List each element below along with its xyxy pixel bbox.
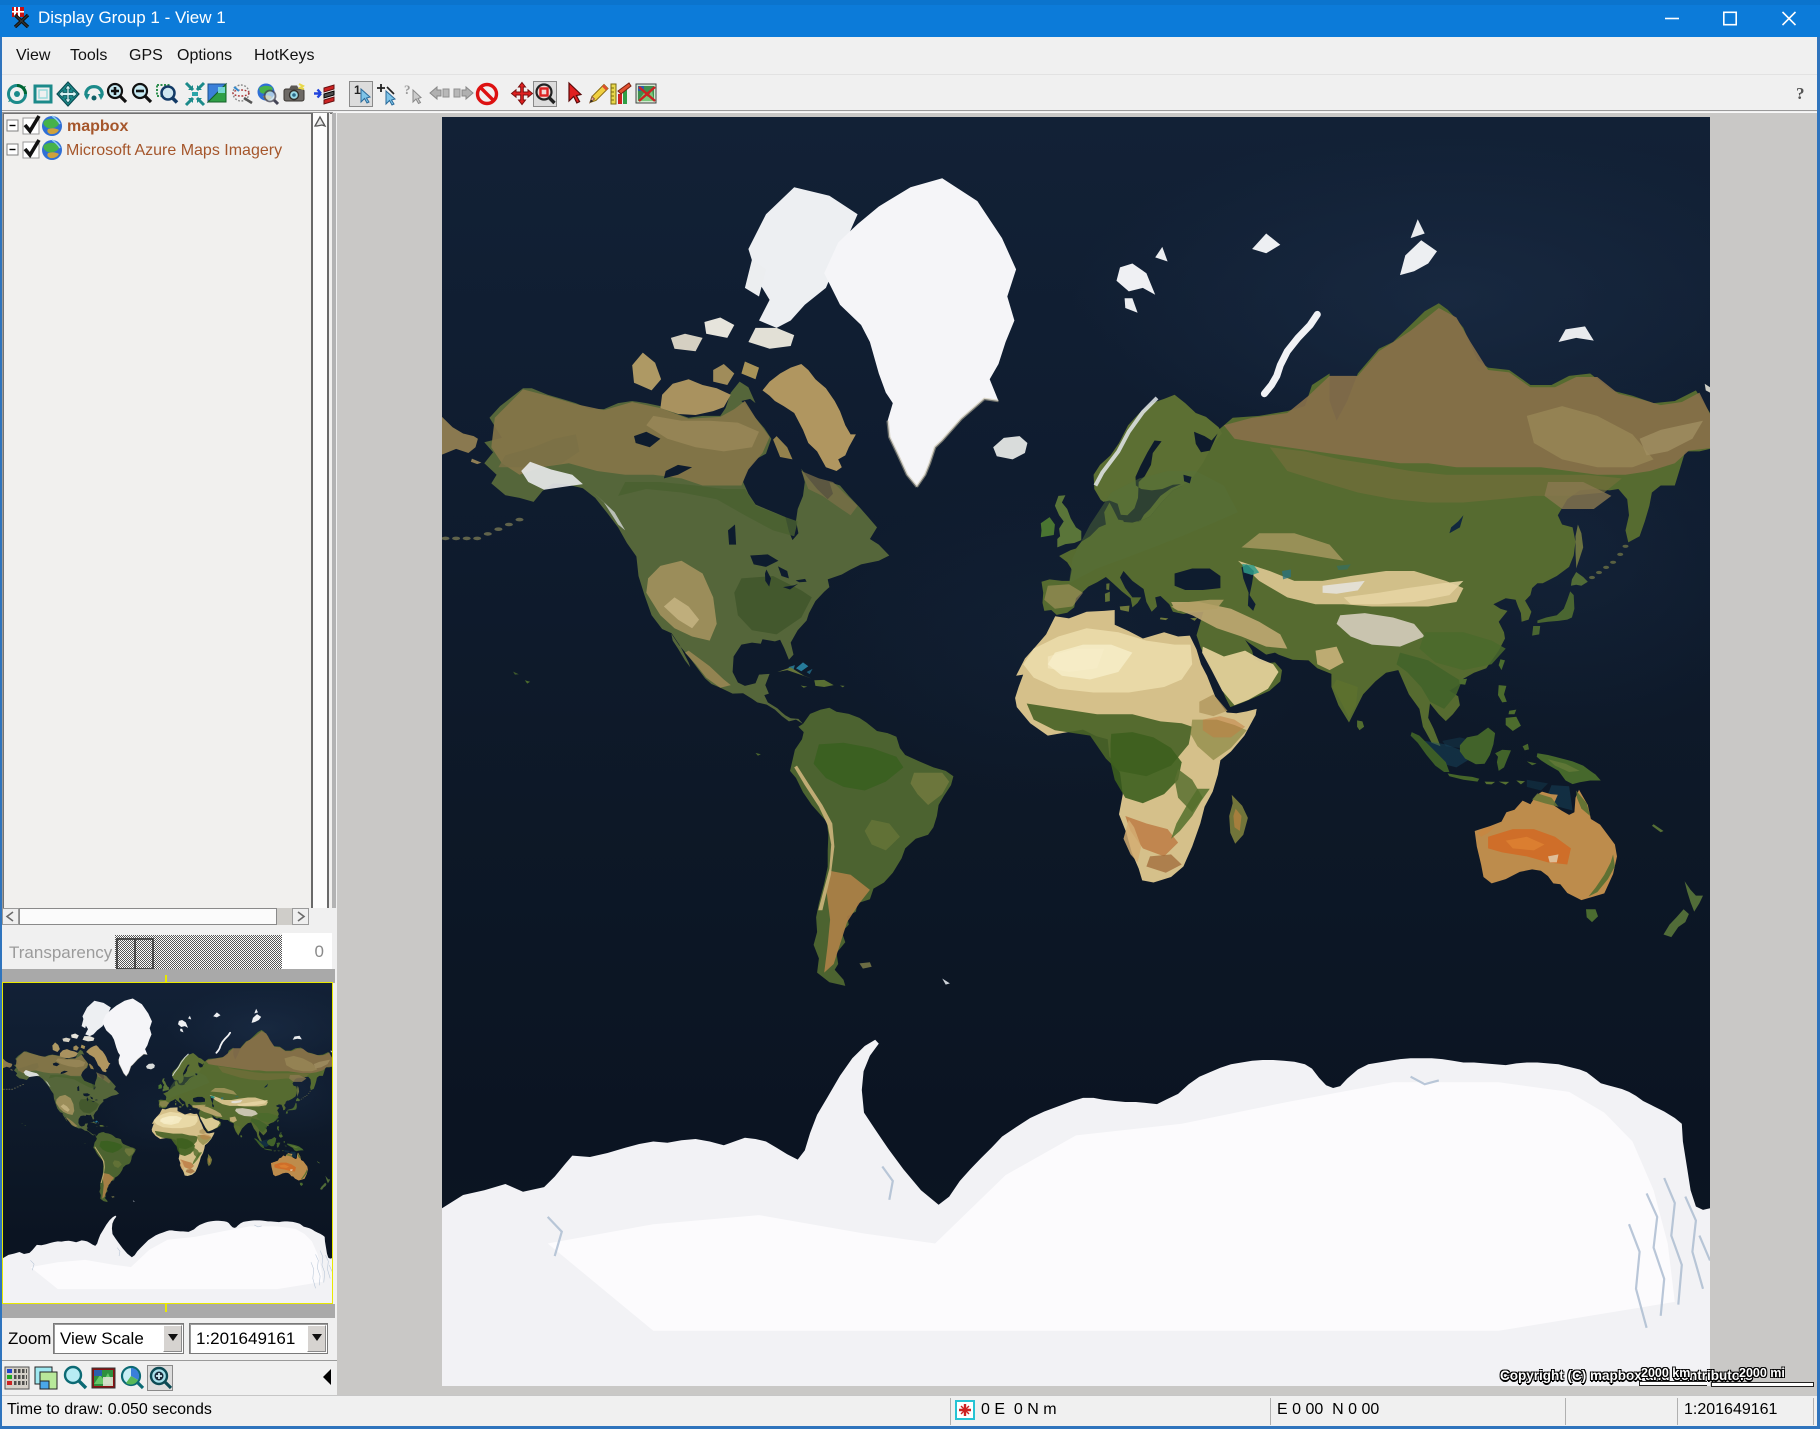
svg-text:?: ? <box>404 82 411 97</box>
svg-text:?: ? <box>1796 84 1805 103</box>
svg-text:1: 1 <box>354 83 361 97</box>
